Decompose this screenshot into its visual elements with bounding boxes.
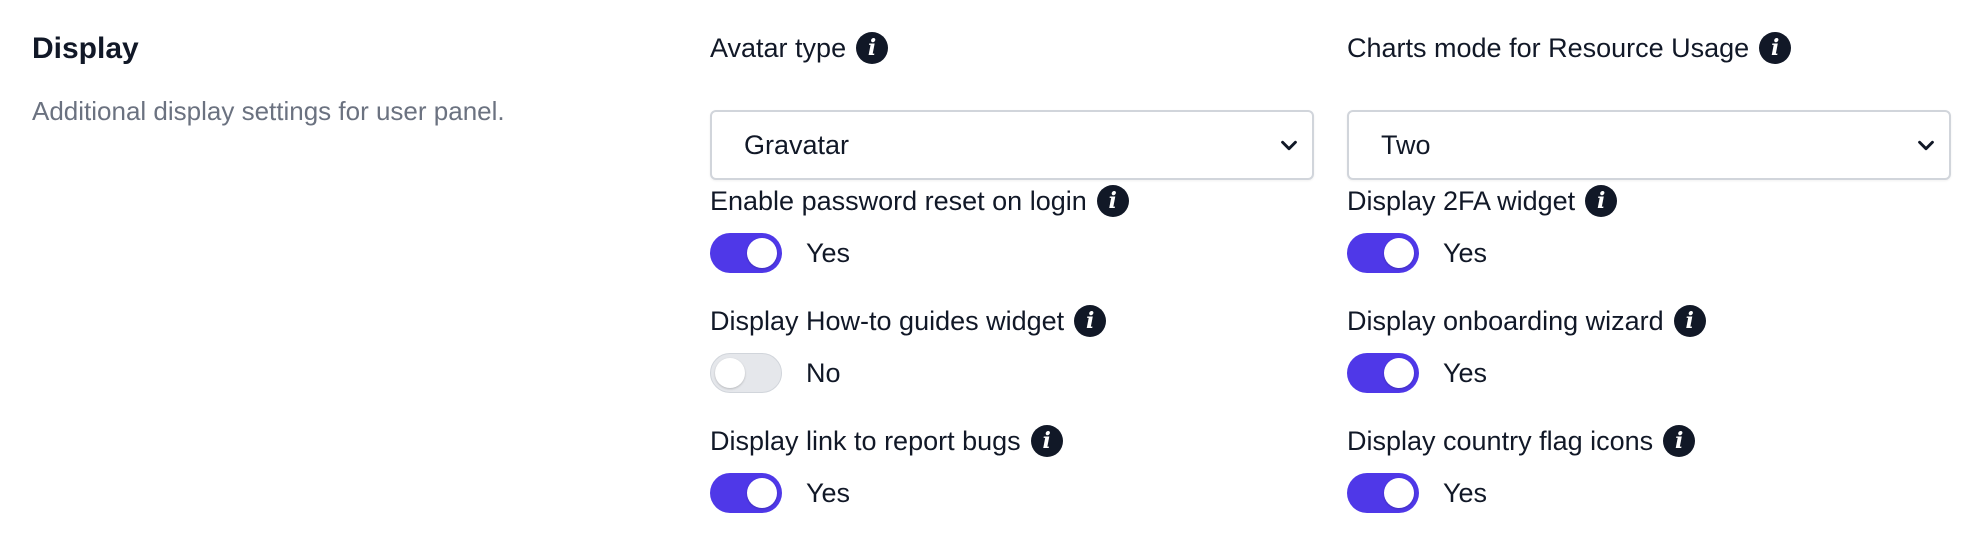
info-icon[interactable]: i xyxy=(1585,185,1618,217)
country-flags-field: Display country flag icons i Yes xyxy=(1347,423,1696,513)
toggle-knob xyxy=(747,238,777,268)
charts-mode-value: Two xyxy=(1381,129,1431,160)
chevron-down-icon xyxy=(1281,140,1297,151)
avatar-type-select[interactable]: Gravatar xyxy=(710,110,1314,180)
avatar-type-value: Gravatar xyxy=(744,129,850,160)
howto-widget-label: Display How-to guides widget xyxy=(710,305,1065,336)
charts-mode-select[interactable]: Two xyxy=(1347,110,1951,180)
howto-widget-field: Display How-to guides widget i No xyxy=(710,303,1107,393)
charts-mode-label: Charts mode for Resource Usage xyxy=(1347,32,1750,63)
toggle-knob xyxy=(1384,478,1414,508)
twofa-widget-state: Yes xyxy=(1443,237,1488,268)
avatar-type-field: Avatar type i Gravatar xyxy=(710,30,1314,180)
report-bugs-field: Display link to report bugs i Yes xyxy=(710,423,1063,513)
onboarding-field: Display onboarding wizard i Yes xyxy=(1347,303,1706,393)
toggle-knob xyxy=(1384,238,1414,268)
info-icon[interactable]: i xyxy=(1074,305,1107,337)
info-icon[interactable]: i xyxy=(1673,305,1706,337)
onboarding-toggle[interactable] xyxy=(1347,353,1419,393)
toggle-knob xyxy=(747,478,777,508)
avatar-type-label: Avatar type xyxy=(710,32,847,63)
report-bugs-label: Display link to report bugs xyxy=(710,425,1021,456)
onboarding-state: Yes xyxy=(1443,357,1488,388)
password-reset-field: Enable password reset on login i Yes xyxy=(710,183,1129,273)
info-icon[interactable]: i xyxy=(1663,425,1696,457)
country-flags-toggle[interactable] xyxy=(1347,473,1419,513)
twofa-widget-field: Display 2FA widget i Yes xyxy=(1347,183,1618,273)
charts-mode-field: Charts mode for Resource Usage i Two xyxy=(1347,30,1951,180)
onboarding-label: Display onboarding wizard xyxy=(1347,305,1664,336)
twofa-widget-toggle[interactable] xyxy=(1347,233,1419,273)
toggle-knob xyxy=(715,358,745,388)
country-flags-state: Yes xyxy=(1443,477,1488,508)
report-bugs-toggle[interactable] xyxy=(710,473,782,513)
info-icon[interactable]: i xyxy=(1030,425,1063,457)
password-reset-label: Enable password reset on login xyxy=(710,185,1087,216)
info-icon[interactable]: i xyxy=(856,32,889,64)
section-description: Additional display settings for user pan… xyxy=(32,96,505,126)
password-reset-state: Yes xyxy=(806,237,851,268)
howto-widget-toggle[interactable] xyxy=(710,353,782,393)
info-icon[interactable]: i xyxy=(1759,32,1792,64)
info-icon[interactable]: i xyxy=(1096,185,1129,217)
section-title: Display xyxy=(32,32,139,65)
twofa-widget-label: Display 2FA widget xyxy=(1347,185,1576,216)
report-bugs-state: Yes xyxy=(806,477,851,508)
toggle-knob xyxy=(1384,358,1414,388)
chevron-down-icon xyxy=(1918,140,1934,151)
howto-widget-state: No xyxy=(806,357,841,388)
country-flags-label: Display country flag icons xyxy=(1347,425,1654,456)
password-reset-toggle[interactable] xyxy=(710,233,782,273)
